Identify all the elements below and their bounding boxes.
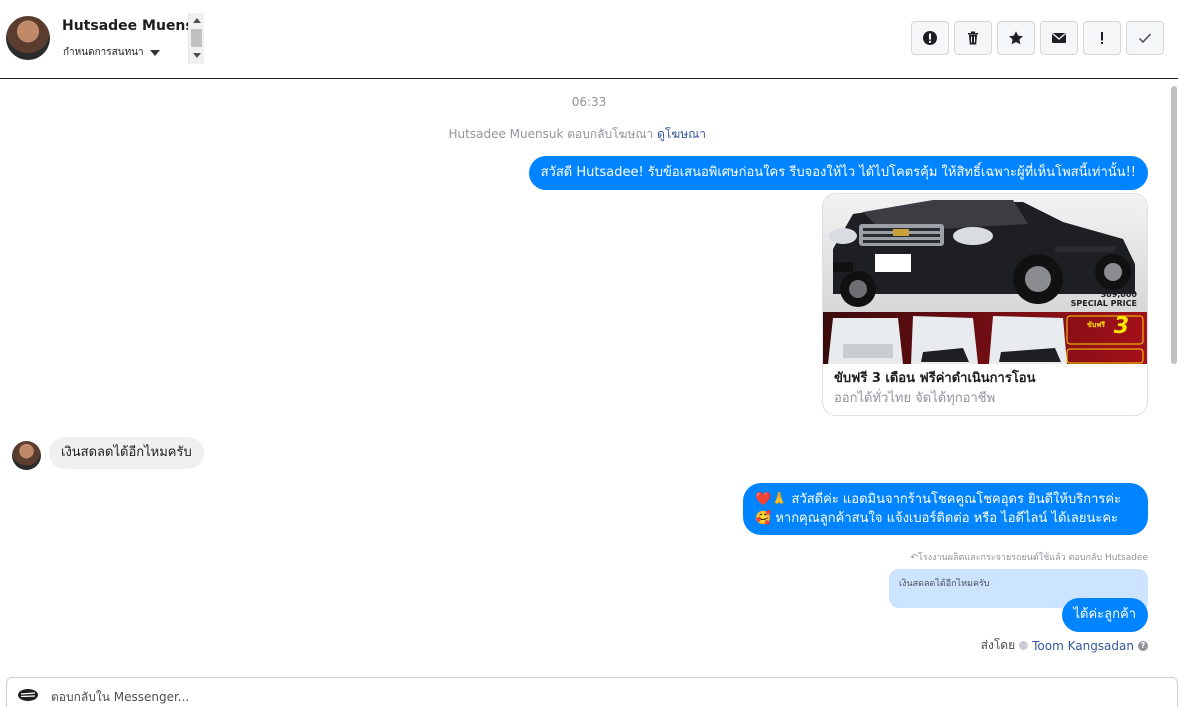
agent-name-link[interactable]: Toom Kangsadan [1032,639,1134,653]
outgoing-message[interactable]: ❤️🙏 สวัสดีค่ะ แอดมินจากร้านโชคคูณโชคอุดร… [743,483,1148,535]
ad-price-value: 309,000 [1100,290,1137,299]
message-thread: 06:33 Hutsadee Muensuk ตอบกลับโฆษณา ดูโฆ… [0,80,1178,676]
ad-price: 309,000 SPECIAL PRICE [1071,290,1137,308]
reply-input[interactable] [51,690,651,704]
conversation-header: Hutsadee Muensuk กำหนดการสนทนา [0,0,1178,79]
mark-unread-button[interactable] [1040,21,1078,55]
mark-done-button[interactable] [1126,21,1164,55]
ad-title[interactable]: ขับฟรี 3 เดือน ฟรีค่าดำเนินการโอน [834,367,1036,388]
ad-card[interactable]: 309,000 SPECIAL PRICE ขับฟรี 3 ขับฟรี 3 … [822,193,1148,416]
scroll-up-arrow-icon[interactable] [193,18,201,23]
header-scrollbar[interactable] [188,13,204,64]
trash-icon [968,31,978,45]
thread-scroll-thumb[interactable] [1171,86,1177,364]
outgoing-message[interactable]: สวัสดี Hutsadee! รับข้อเสนอพิเศษก่อนใคร … [528,156,1148,190]
message-timestamp: 06:33 [571,95,607,109]
ad-price-caption: SPECIAL PRICE [1070,299,1137,308]
ad-reply-text: Hutsadee Muensuk ตอบกลับโฆษณา [448,127,654,141]
view-ad-link[interactable]: ดูโฆษณา [657,127,706,141]
star-icon [1009,31,1023,45]
thread-scrollbar[interactable] [1169,80,1178,676]
ad-subtitle: ออกได้ทั่วไทย จัดได้ทุกอาชีพ [834,391,996,406]
scroll-thumb[interactable] [191,29,202,47]
ad-promo-label: ขับฟรี [1087,321,1105,329]
incoming-message[interactable]: เงินสดลดได้อีกไหมครับ [49,437,204,469]
sent-by-info: ส่งโดย Toom Kangsadan ? [981,636,1148,655]
ad-image[interactable]: 309,000 SPECIAL PRICE ขับฟรี 3 [823,194,1147,364]
alert-circle-icon [923,31,937,45]
exclamation-icon [1101,32,1103,44]
reply-composer[interactable] [6,677,1178,707]
mark-spam-button[interactable] [1083,21,1121,55]
delete-button[interactable] [954,21,992,55]
contact-avatar[interactable] [6,16,50,60]
agent-status-icon [1019,641,1029,650]
scroll-down-arrow-icon[interactable] [193,53,201,58]
reply-context-note: ↶โรงงานผลิตและกระจายรถยนต์ใช้แล้ว ตอบกลั… [911,550,1149,564]
ad-reply-notice: Hutsadee Muensuk ตอบกลับโฆษณา ดูโฆษณา [449,125,706,144]
help-icon[interactable]: ? [1138,640,1148,651]
contact-name[interactable]: Hutsadee Muensuk [62,18,188,34]
reply-context-text: โรงงานผลิตและกระจายรถยนต์ใช้แล้ว ตอบกลับ… [918,553,1148,563]
ad-promo-number: 3 [1113,314,1129,339]
truck-ad-image [823,194,1147,364]
assign-conversation-label: กำหนดการสนทนา [63,47,144,58]
sender-avatar[interactable] [12,441,41,470]
check-icon [1138,33,1152,44]
envelope-icon [1052,33,1066,43]
caret-down-icon [149,49,160,56]
assign-conversation-dropdown[interactable]: กำหนดการสนทนา [63,45,160,60]
sent-by-label: ส่งโดย [980,638,1016,652]
messenger-fish-icon [18,689,38,701]
star-button[interactable] [997,21,1035,55]
outgoing-message[interactable]: ได้ค่ะลูกค้า [1061,598,1148,632]
reply-arrow-icon: ↶ [910,553,919,563]
conversation-toolbar [911,21,1164,55]
report-button[interactable] [911,21,949,55]
